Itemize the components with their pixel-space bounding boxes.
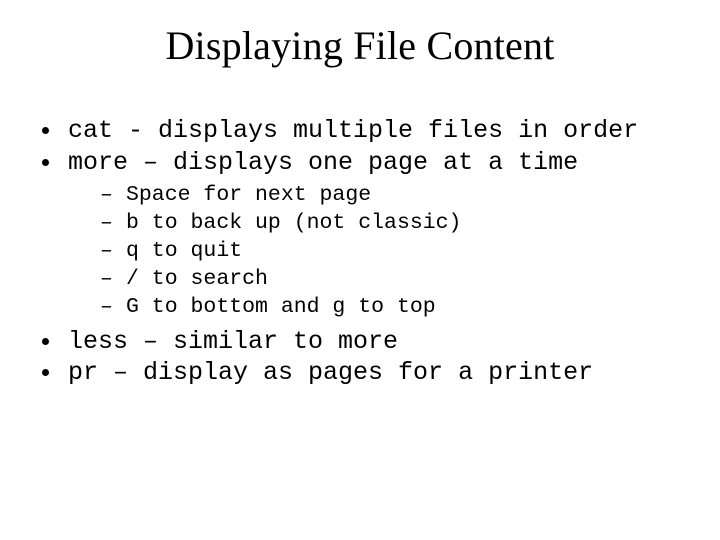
bullet-cat: cat - displays multiple files in order (34, 115, 686, 147)
slide-title: Displaying File Content (34, 22, 686, 69)
sub-space: Space for next page (68, 182, 686, 210)
bullet-pr-text: pr – display as pages for a printer (68, 358, 593, 387)
bullet-less-text: less – similar to more (68, 327, 398, 356)
sub-back-text: b to back up (not classic) (126, 211, 461, 235)
sub-space-text: Space for next page (126, 183, 371, 207)
bullet-more-text: more – displays one page at a time (68, 148, 578, 177)
slide: Displaying File Content cat - displays m… (0, 0, 720, 540)
sub-search-text: / to search (126, 267, 268, 291)
sub-quit: q to quit (68, 238, 686, 266)
sub-goto: G to bottom and g to top (68, 294, 686, 322)
more-sub-list: Space for next page b to back up (not cl… (68, 182, 686, 322)
bullet-list: cat - displays multiple files in order m… (34, 115, 686, 389)
bullet-pr: pr – display as pages for a printer (34, 357, 686, 389)
sub-quit-text: q to quit (126, 239, 242, 263)
bullet-more: more – displays one page at a time Space… (34, 147, 686, 322)
sub-goto-text: G to bottom and g to top (126, 295, 436, 319)
bullet-cat-text: cat - displays multiple files in order (68, 116, 638, 145)
sub-search: / to search (68, 266, 686, 294)
bullet-less: less – similar to more (34, 326, 686, 358)
sub-back: b to back up (not classic) (68, 210, 686, 238)
